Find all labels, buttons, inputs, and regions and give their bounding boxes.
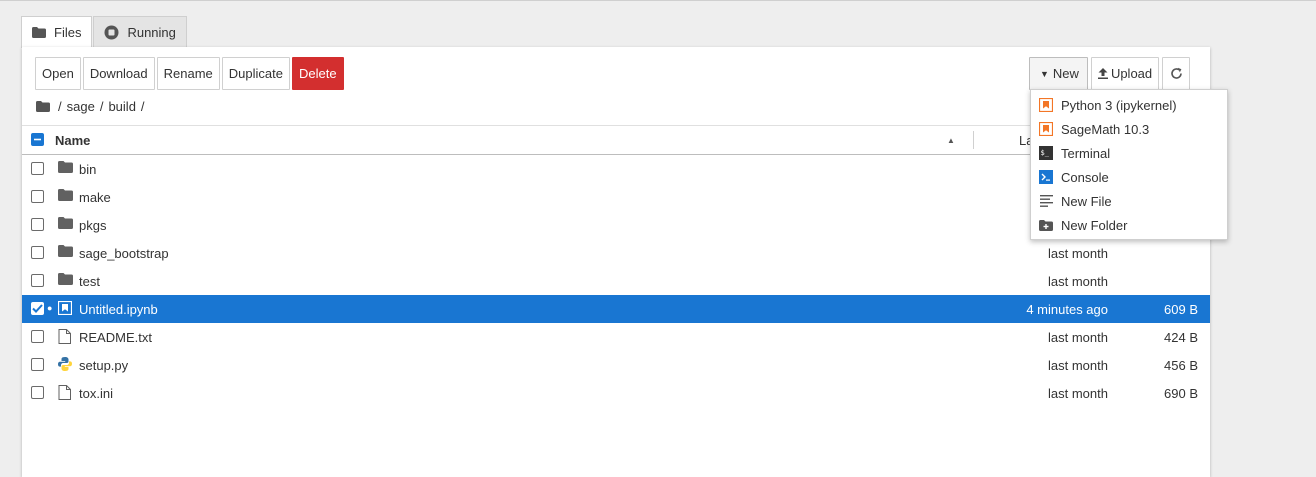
row-checkbox[interactable] — [31, 358, 44, 371]
terminal-icon: $_ — [1039, 146, 1053, 160]
breadcrumb-item-build[interactable]: build — [108, 99, 135, 114]
file-modified: 4 minutes ago — [1026, 301, 1108, 317]
folder-icon — [58, 245, 73, 260]
refresh-button[interactable] — [1162, 57, 1191, 90]
download-button[interactable]: Download — [82, 57, 155, 90]
row-checkbox[interactable] — [31, 330, 44, 343]
tab-files[interactable]: Files — [21, 16, 93, 48]
row-checkbox[interactable] — [31, 246, 44, 259]
file-name: sage_bootstrap — [79, 245, 169, 261]
select-all-checkbox[interactable] — [31, 133, 44, 146]
svg-text:$_: $_ — [1041, 149, 1050, 157]
text-file-icon — [1039, 194, 1053, 208]
folder-icon — [58, 217, 73, 232]
column-divider[interactable] — [973, 131, 974, 149]
file-modified: last month — [1048, 245, 1108, 261]
breadcrumb-item-sage[interactable]: sage — [67, 99, 95, 114]
menu-item-python3[interactable]: Python 3 (ipykernel) — [1031, 93, 1227, 117]
tab-label: Running — [127, 25, 176, 40]
name-column-header[interactable]: Name — [55, 133, 90, 148]
upload-button-label: Upload — [1110, 66, 1153, 81]
breadcrumb: / sage / build / — [36, 99, 150, 114]
open-button[interactable]: Open — [35, 57, 81, 90]
sort-ascending-icon[interactable]: ▲ — [947, 136, 955, 145]
notebook-icon — [1039, 122, 1053, 136]
row-checkbox[interactable] — [31, 386, 44, 399]
menu-item-label: Terminal — [1061, 145, 1111, 161]
list-item[interactable]: sage_bootstrap last month — [22, 239, 1210, 267]
menu-item-console[interactable]: Console — [1031, 165, 1227, 189]
menu-item-label: Console — [1061, 169, 1109, 185]
file-name: setup.py — [79, 357, 129, 373]
breadcrumb-separator: / — [99, 99, 104, 114]
menu-item-sagemath[interactable]: SageMath 10.3 — [1031, 117, 1227, 141]
tab-bar: Files Running — [21, 16, 188, 48]
folder-icon — [58, 161, 73, 176]
row-checkbox[interactable] — [31, 218, 44, 231]
new-button[interactable]: ▼ New — [1029, 57, 1088, 90]
file-toolbar: Open Download Rename Duplicate Delete — [35, 57, 346, 90]
file-name: make — [79, 189, 111, 205]
menu-item-new-folder[interactable]: New Folder — [1031, 213, 1227, 237]
breadcrumb-separator: / — [58, 99, 62, 114]
right-toolbar: ▼ New Upload — [1029, 57, 1193, 90]
row-checkbox[interactable] — [31, 162, 44, 175]
folder-icon — [58, 273, 73, 288]
file-name: test — [79, 273, 100, 289]
console-icon — [1039, 170, 1053, 184]
stop-circle-icon — [104, 25, 119, 40]
list-item[interactable]: tox.ini last month 690 B — [22, 379, 1210, 407]
file-name: pkgs — [79, 217, 107, 233]
list-item[interactable]: test last month — [22, 267, 1210, 295]
new-dropdown-menu: Python 3 (ipykernel) SageMath 10.3 $_ Te… — [1030, 89, 1228, 240]
menu-item-terminal[interactable]: $_ Terminal — [1031, 141, 1227, 165]
breadcrumb-separator: / — [140, 99, 145, 114]
list-item[interactable]: README.txt last month 424 B — [22, 323, 1210, 351]
file-modified: last month — [1048, 357, 1108, 373]
menu-item-label: New Folder — [1061, 217, 1128, 233]
tab-label: Files — [54, 25, 82, 40]
tab-running[interactable]: Running — [93, 16, 187, 48]
folder-icon — [32, 27, 46, 38]
file-name: tox.ini — [79, 385, 113, 401]
file-size: 456 B — [1164, 357, 1198, 373]
row-checkbox-checked[interactable] — [31, 302, 44, 315]
file-size: 424 B — [1164, 329, 1198, 345]
menu-item-new-file[interactable]: New File — [1031, 189, 1227, 213]
file-size: 609 B — [1164, 301, 1198, 317]
list-item[interactable]: setup.py last month 456 B — [22, 351, 1210, 379]
caret-down-icon: ▼ — [1040, 68, 1049, 79]
notebook-icon — [57, 300, 73, 318]
file-modified: last month — [1048, 385, 1108, 401]
folder-icon — [58, 189, 73, 204]
file-icon — [58, 385, 71, 403]
row-checkbox[interactable] — [31, 190, 44, 203]
file-name: README.txt — [79, 329, 152, 345]
file-size: 690 B — [1164, 385, 1198, 401]
running-indicator-icon: ● — [47, 303, 53, 313]
menu-item-label: SageMath 10.3 — [1061, 121, 1150, 137]
upload-icon — [1097, 68, 1108, 79]
new-folder-icon — [1039, 218, 1053, 232]
upload-button[interactable]: Upload — [1090, 57, 1160, 90]
home-folder-icon[interactable] — [36, 101, 50, 112]
list-item-selected[interactable]: ● Untitled.ipynb 4 minutes ago 609 B — [22, 295, 1210, 323]
file-name: Untitled.ipynb — [79, 301, 158, 317]
top-border — [0, 0, 1316, 1]
text-file-icon — [58, 329, 71, 347]
refresh-icon — [1170, 67, 1183, 80]
menu-item-label: New File — [1061, 193, 1112, 209]
row-checkbox[interactable] — [31, 274, 44, 287]
duplicate-button[interactable]: Duplicate — [221, 57, 290, 90]
file-modified: last month — [1048, 273, 1108, 289]
rename-button[interactable]: Rename — [156, 57, 220, 90]
new-button-label: New — [1052, 66, 1079, 81]
python-icon — [58, 357, 72, 374]
file-modified: last month — [1048, 329, 1108, 345]
notebook-icon — [1039, 98, 1053, 112]
menu-item-label: Python 3 (ipykernel) — [1061, 97, 1177, 113]
file-name: bin — [79, 161, 97, 177]
delete-button[interactable]: Delete — [291, 57, 344, 90]
